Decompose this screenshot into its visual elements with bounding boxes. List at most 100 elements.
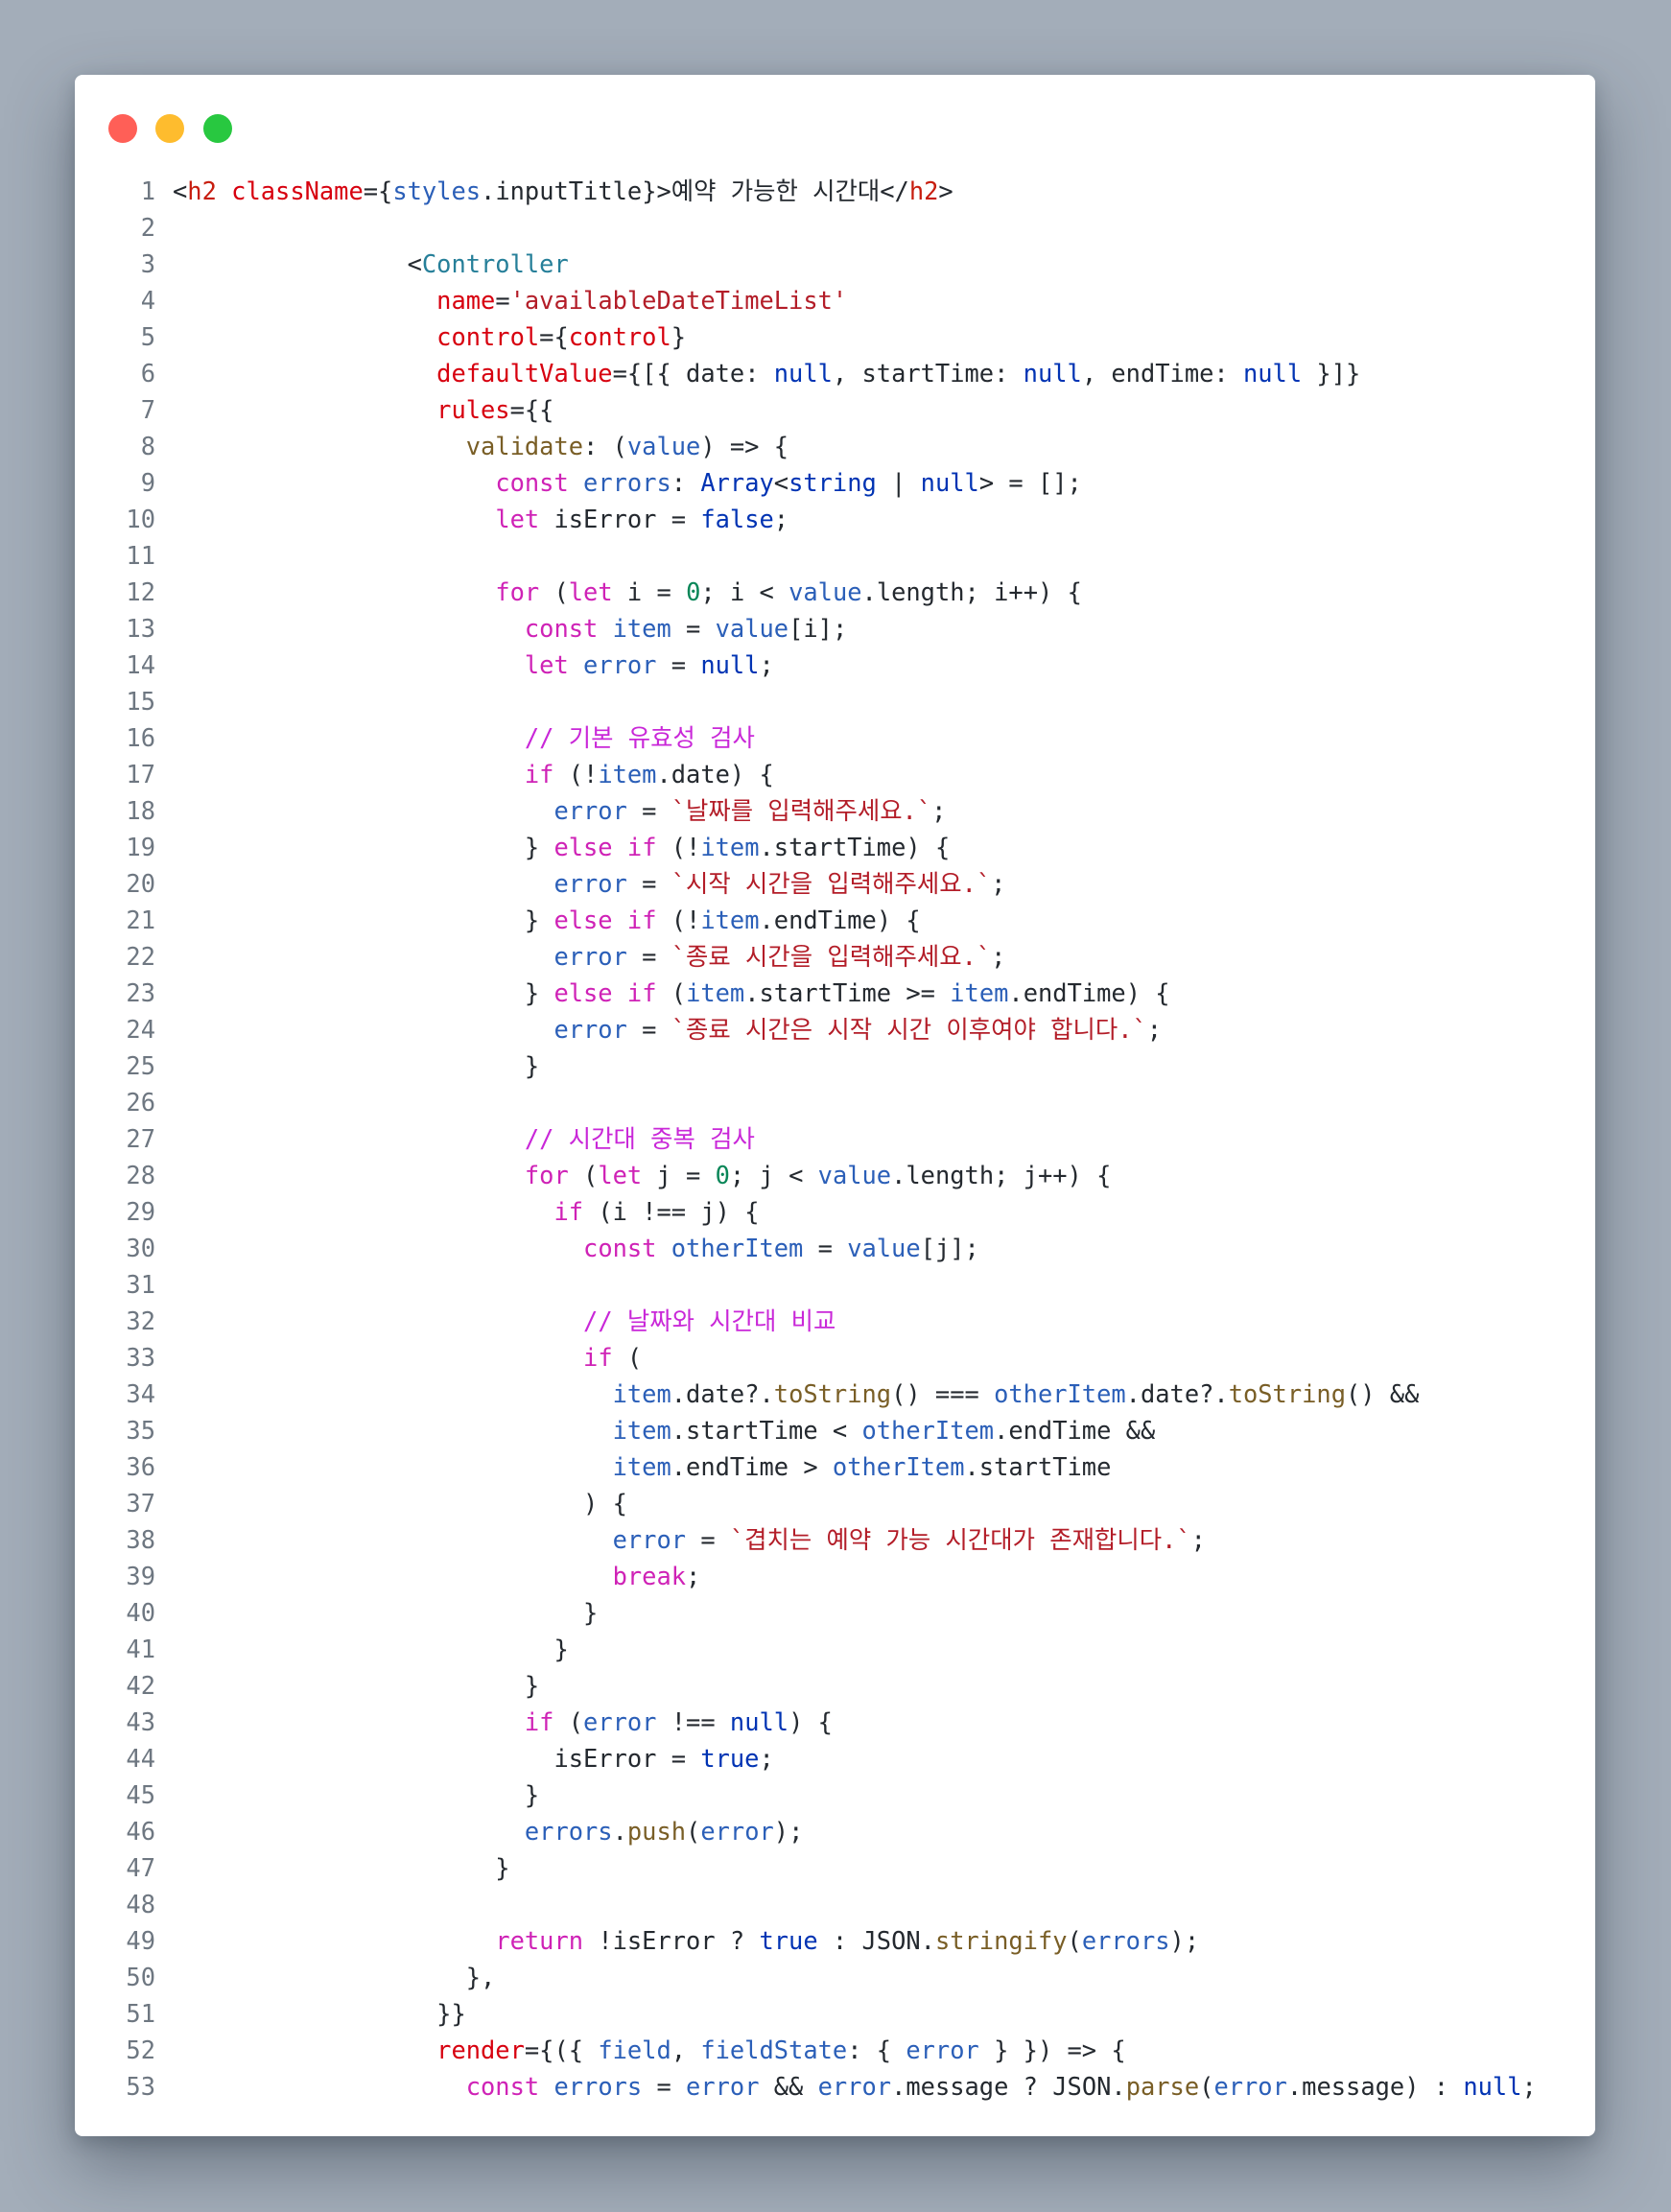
code-text: if (i !== j) { xyxy=(553,1197,760,1226)
code-line: 43 if (error !== null) { xyxy=(75,1704,1595,1740)
line-number: 13 xyxy=(126,614,155,643)
code-text: let error = null; xyxy=(524,650,774,679)
line-number: 42 xyxy=(126,1671,155,1700)
line-number: 6 xyxy=(140,359,155,388)
line-number: 2 xyxy=(140,213,155,242)
code-line: 47 } xyxy=(75,1849,1595,1886)
line-number: 38 xyxy=(126,1525,155,1554)
code-text: } xyxy=(173,1780,540,1809)
code-line: 24 error = `종료 시간은 시작 시간 이후여야 합니다.`; xyxy=(75,1011,1595,1047)
code-text: defaultValue={[{ date: null, startTime: … xyxy=(436,359,1361,388)
code-line: 18 error = `날짜를 입력해주세요.`; xyxy=(75,792,1595,829)
code-line: 17 if (!item.date) { xyxy=(75,756,1595,792)
code-line: 25 } xyxy=(75,1047,1595,1084)
code-text: render={({ field, fieldState: { error } … xyxy=(436,2036,1126,2064)
code-text: if (error !== null) { xyxy=(524,1707,833,1736)
line-number: 11 xyxy=(126,541,155,570)
code-text: } xyxy=(173,1671,540,1700)
line-number: 5 xyxy=(140,322,155,351)
code-text: <Controller xyxy=(173,249,569,278)
code-text: error = `겹치는 예약 가능 시간대가 존재합니다.`; xyxy=(612,1525,1206,1554)
code-line: 5 control={control} xyxy=(75,318,1595,355)
line-number: 10 xyxy=(126,505,155,533)
code-line: 49 return !isError ? true : JSON.stringi… xyxy=(75,1922,1595,1959)
line-number: 19 xyxy=(126,833,155,861)
line-number: 1 xyxy=(140,176,155,205)
code-line: 35 item.startTime < otherItem.endTime && xyxy=(75,1412,1595,1448)
code-line: 15 xyxy=(75,683,1595,719)
code-text: return !isError ? true : JSON.stringify(… xyxy=(495,1926,1200,1955)
code-text: for (let j = 0; j < value.length; j++) { xyxy=(524,1161,1112,1189)
code-text: } xyxy=(173,1598,599,1627)
line-number: 20 xyxy=(126,869,155,898)
line-number: 25 xyxy=(126,1051,155,1080)
line-number: 39 xyxy=(126,1562,155,1590)
line-number: 9 xyxy=(140,468,155,497)
code-line: 1 <h2 className={styles.inputTitle}>예약 가능… xyxy=(75,173,1595,209)
code-line: 34 item.date?.toString() === otherItem.d… xyxy=(75,1376,1595,1412)
code-text: validate: (value) => { xyxy=(465,432,789,460)
code-line: 48 xyxy=(75,1886,1595,1922)
line-number: 32 xyxy=(126,1306,155,1335)
line-number: 26 xyxy=(126,1088,155,1117)
code-line: 52 render={({ field, fieldState: { error… xyxy=(75,2032,1595,2068)
code-text: const otherItem = value[j]; xyxy=(583,1234,979,1262)
line-number: 27 xyxy=(126,1124,155,1153)
code-line: 51 }} xyxy=(75,1995,1595,2032)
code-line: 6 defaultValue={[{ date: null, startTime… xyxy=(75,355,1595,391)
code-text: item.endTime > otherItem.startTime xyxy=(612,1452,1112,1481)
code-text: // 날짜와 시간대 비교 xyxy=(583,1306,836,1335)
line-number: 50 xyxy=(126,1963,155,1991)
code-text: let isError = false; xyxy=(495,505,789,533)
line-number: 37 xyxy=(126,1489,155,1518)
code-text: } xyxy=(173,1853,510,1882)
close-dot-icon[interactable] xyxy=(108,114,137,143)
code-text: const errors = error && error.message ? … xyxy=(465,2072,1537,2101)
code-text: const item = value[i]; xyxy=(524,614,848,643)
code-line: 19 } else if (!item.startTime) { xyxy=(75,829,1595,865)
code-line: 14 let error = null; xyxy=(75,647,1595,683)
code-text: if (!item.date) { xyxy=(524,760,774,788)
code-text: item.date?.toString() === otherItem.date… xyxy=(612,1379,1420,1408)
code-text: } else if (item.startTime >= item.endTim… xyxy=(173,978,1170,1007)
line-number: 8 xyxy=(140,432,155,460)
line-number: 14 xyxy=(126,650,155,679)
maximize-dot-icon[interactable] xyxy=(203,114,232,143)
line-number: 24 xyxy=(126,1015,155,1044)
line-number: 35 xyxy=(126,1416,155,1445)
code-line: 44 isError = true; xyxy=(75,1740,1595,1777)
code-line: 23 } else if (item.startTime >= item.end… xyxy=(75,975,1595,1011)
line-number: 51 xyxy=(126,1999,155,2028)
line-number: 41 xyxy=(126,1635,155,1663)
code-text: for (let i = 0; i < value.length; i++) { xyxy=(495,577,1082,606)
code-text: error = `종료 시간은 시작 시간 이후여야 합니다.`; xyxy=(553,1015,1163,1044)
code-text: error = `종료 시간을 입력해주세요.`; xyxy=(553,942,1006,971)
code-line: 28 for (let j = 0; j < value.length; j++… xyxy=(75,1157,1595,1193)
code-text: name='availableDateTimeList' xyxy=(436,286,848,315)
line-number: 29 xyxy=(126,1197,155,1226)
code-text: } else if (!item.startTime) { xyxy=(173,833,951,861)
code-text: } else if (!item.endTime) { xyxy=(173,906,921,934)
code-line: 36 item.endTime > otherItem.startTime xyxy=(75,1448,1595,1485)
line-number: 53 xyxy=(126,2072,155,2101)
line-number: 30 xyxy=(126,1234,155,1262)
code-line: 2 xyxy=(75,209,1595,246)
code-text: item.startTime < otherItem.endTime && xyxy=(612,1416,1156,1445)
code-line: 39 break; xyxy=(75,1558,1595,1594)
code-line: 53 const errors = error && error.message… xyxy=(75,2068,1595,2105)
code-text: errors.push(error); xyxy=(524,1817,804,1846)
line-number: 4 xyxy=(140,286,155,315)
line-number: 12 xyxy=(126,577,155,606)
code-line: 45 } xyxy=(75,1777,1595,1813)
code-line: 9 const errors: Array<string | null> = [… xyxy=(75,464,1595,501)
line-number: 46 xyxy=(126,1817,155,1846)
code-text: }, xyxy=(173,1963,496,1991)
minimize-dot-icon[interactable] xyxy=(155,114,184,143)
code-text: error = `날짜를 입력해주세요.`; xyxy=(553,796,947,825)
code-line: 41 } xyxy=(75,1631,1595,1667)
code-text: }} xyxy=(173,1999,466,2028)
line-number: 36 xyxy=(126,1452,155,1481)
code-text: control={control} xyxy=(436,322,687,351)
code-line: 7 rules={{ xyxy=(75,391,1595,428)
code-line: 27 // 시간대 중복 검사 xyxy=(75,1120,1595,1157)
